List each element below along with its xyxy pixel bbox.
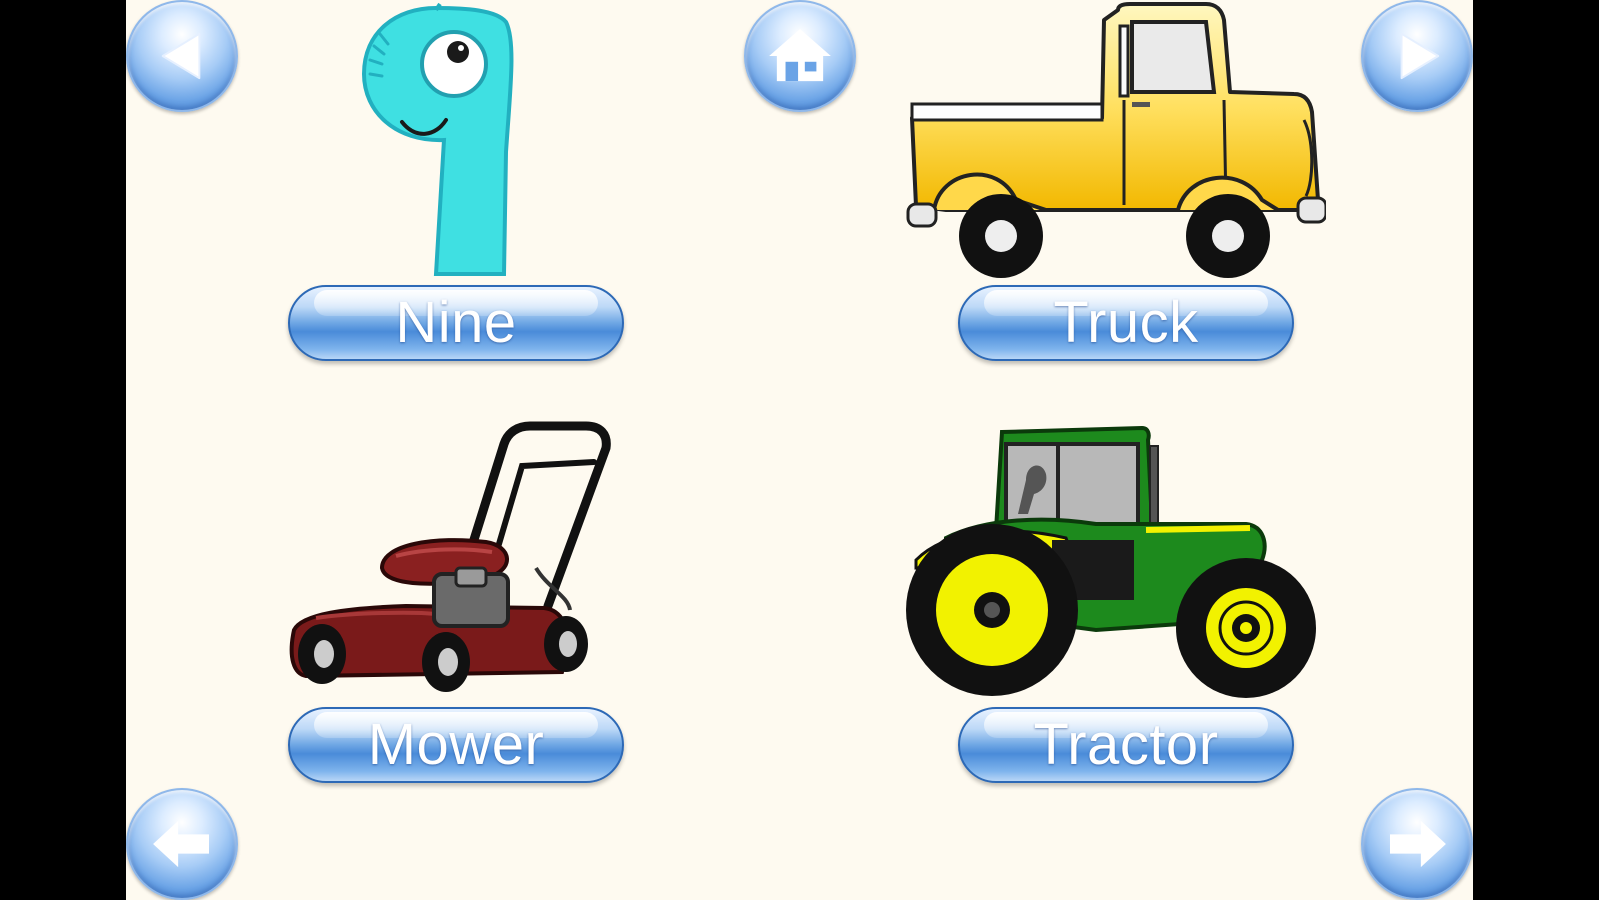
next-button[interactable] [1361,0,1473,112]
card-label-nine: Nine [395,290,517,355]
right-triangle-icon [1400,32,1440,80]
card-label-truck: Truck [1053,290,1199,355]
card-label-button-mower[interactable]: Mower [288,707,624,783]
lawn-mower-image[interactable] [286,418,626,698]
card-label-button-tractor[interactable]: Tractor [958,707,1294,783]
home-icon [769,29,831,82]
home-button[interactable] [744,0,856,112]
card-label-button-nine[interactable]: Nine [288,285,624,361]
truck-image[interactable] [906,0,1326,282]
card-label-mower: Mower [367,712,545,777]
card-label-tractor: Tractor [1033,712,1219,777]
card-label-button-truck[interactable]: Truck [958,285,1294,361]
tractor-image[interactable] [906,420,1328,702]
right-arrow-icon [1390,820,1446,868]
left-triangle-icon [161,32,201,80]
back-button[interactable] [126,0,238,112]
previous-page-button[interactable] [126,788,238,900]
nine-character-image[interactable] [356,2,526,280]
left-arrow-icon [153,820,209,868]
next-page-button[interactable] [1361,788,1473,900]
app-screen: Nine Truck Mower Tractor [126,0,1473,900]
